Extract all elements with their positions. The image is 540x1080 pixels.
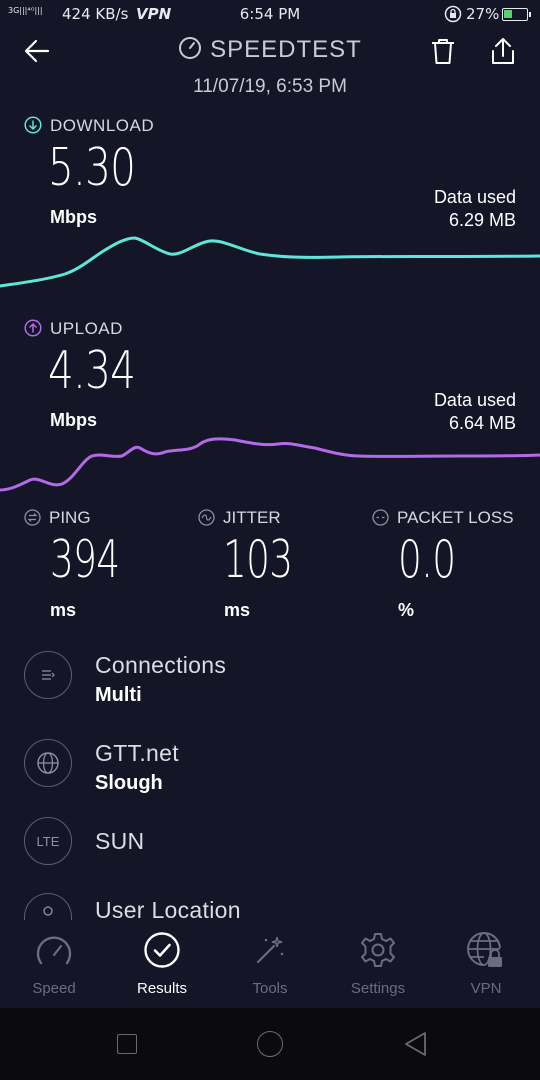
upload-label-text: UPLOAD: [50, 319, 123, 338]
nav-results-label: Results: [136, 980, 188, 997]
jitter-label: JITTER: [198, 508, 281, 531]
nav-tools[interactable]: Tools: [216, 930, 324, 997]
download-label: DOWNLOAD: [24, 116, 154, 139]
download-graph: [0, 236, 540, 288]
nav-results[interactable]: Results: [108, 930, 216, 997]
server-name[interactable]: GTT.net: [95, 740, 179, 767]
upload-arrow-icon: [24, 319, 42, 342]
download-arrow-icon: [24, 116, 42, 139]
nav-speed[interactable]: Speed: [0, 930, 108, 997]
packet-loss-label-text: PACKET LOSS: [397, 508, 514, 527]
speedometer-icon: [0, 930, 108, 970]
delete-button[interactable]: [428, 36, 458, 66]
ping-unit: ms: [50, 600, 77, 620]
jitter-value: 103: [223, 530, 293, 590]
jitter-icon: [198, 509, 215, 531]
upload-value: 4.34: [48, 341, 136, 401]
nav-settings-label: Settings: [350, 980, 406, 997]
nav-tools-label: Tools: [252, 980, 288, 997]
upload-graph: [0, 437, 540, 492]
download-value: 5.30: [48, 138, 136, 198]
ping-label-text: PING: [49, 508, 91, 527]
connections-icon: [24, 651, 72, 699]
page-title: SPEEDTEST: [0, 36, 540, 67]
triangle-back-icon: [405, 1032, 426, 1056]
battery-icon: [502, 8, 531, 21]
user-location-icon: [24, 893, 72, 923]
connections-value: Multi: [95, 684, 142, 706]
packet-loss-value: 0.0: [398, 530, 456, 590]
nav-vpn-label: VPN: [470, 980, 502, 997]
nav-vpn[interactable]: VPN: [432, 930, 540, 997]
share-icon: [492, 38, 514, 64]
nav-speed-label: Speed: [32, 980, 76, 997]
nav-settings[interactable]: Settings: [324, 930, 432, 997]
jitter-label-text: JITTER: [223, 508, 281, 527]
lte-icon: LTE: [24, 817, 72, 865]
ping-value: 394: [50, 530, 120, 590]
status-bar: 3G|||⁴ᴳ||| 424 KB/s VPN 6:54 PM 27%: [0, 0, 540, 30]
system-nav-bar: [0, 1008, 540, 1080]
back-nav-button[interactable]: [402, 1030, 428, 1062]
upload-label: UPLOAD: [24, 319, 123, 342]
server-location: Slough: [95, 772, 163, 794]
data-used-label: Data used: [433, 390, 516, 410]
download-label-text: DOWNLOAD: [50, 116, 155, 135]
magic-wand-icon: [216, 930, 324, 970]
packet-loss-icon: [372, 509, 389, 531]
connections-title: Connections: [95, 652, 227, 678]
bottom-nav: Speed Results Tools Settings VPN: [0, 920, 540, 1008]
ping-icon: [24, 509, 41, 531]
packet-loss-label: PACKET LOSS: [372, 508, 514, 531]
upload-data-used: Data used 6.64 MB: [434, 389, 516, 435]
packet-loss-unit: %: [398, 600, 415, 620]
rotation-lock-icon: [444, 5, 462, 27]
provider-name: SUN: [95, 828, 145, 854]
speedtest-logo-icon: [178, 36, 202, 67]
trash-icon: [432, 39, 454, 64]
ping-label: PING: [24, 508, 91, 531]
upload-unit: Mbps: [50, 410, 97, 430]
download-unit: Mbps: [50, 207, 97, 227]
test-date: 11/07/19, 6:53 PM: [193, 76, 347, 97]
home-button[interactable]: [257, 1031, 283, 1057]
globe-lock-icon: [432, 930, 540, 970]
gear-icon: [324, 930, 432, 970]
jitter-unit: ms: [224, 600, 251, 620]
recents-button[interactable]: [117, 1034, 137, 1054]
data-used-label: Data used: [433, 187, 516, 207]
battery-percent: 27%: [466, 5, 500, 23]
lte-icon-text: LTE: [36, 833, 60, 849]
title-text: SPEEDTEST: [210, 36, 362, 63]
globe-icon: [24, 739, 72, 787]
download-data-used: Data used 6.29 MB: [434, 186, 516, 232]
check-circle-icon: [108, 930, 216, 970]
share-button[interactable]: [488, 36, 518, 66]
